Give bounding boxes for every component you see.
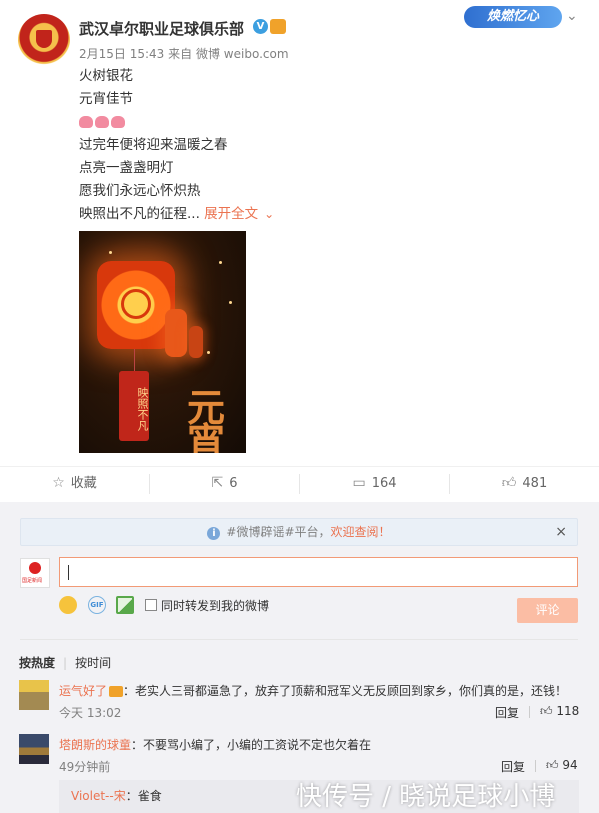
weibo-post: 武汉卓尔职业足球俱乐部 V 焕燃忆心 ⌄ 2月15日 15:43 来自 微博 w… <box>0 0 599 466</box>
commenter-avatar[interactable] <box>19 734 49 764</box>
calligraphy-text: 元宵 <box>187 386 226 453</box>
comment-body: 塔朗斯的球童：不要骂小编了，小编的工资说不定也欠着在 <box>59 736 371 753</box>
post-line: 映照出不凡的征程... <box>79 206 200 222</box>
post-username[interactable]: 武汉卓尔职业足球俱乐部 <box>79 18 244 39</box>
comment-like-count: 118 <box>556 704 580 718</box>
sub-reply-name[interactable]: Violet--宋 <box>71 789 126 803</box>
favorite-button[interactable]: ☆ 收藏 <box>0 467 149 503</box>
club-avatar[interactable] <box>18 14 70 66</box>
source-prefix: 来自 <box>168 47 193 61</box>
expand-link[interactable]: 展开全文 <box>204 206 258 222</box>
spark <box>229 301 232 304</box>
close-icon[interactable]: × <box>555 519 567 545</box>
lantern-icon <box>95 116 109 128</box>
comment-time: 49分钟前 <box>59 760 111 774</box>
comment-input[interactable] <box>59 557 578 587</box>
lantern-string <box>134 349 135 371</box>
lantern-far <box>189 326 203 358</box>
post-source[interactable]: 微博 weibo.com <box>196 47 289 61</box>
repost-icon: ⇱ <box>211 475 224 491</box>
logo-icon <box>29 562 41 574</box>
notice-text[interactable]: #微博辟谣#平台， <box>226 525 330 539</box>
watermark: 快传号 / 晓说足球小博 <box>296 782 556 812</box>
comment-text: ：不要骂小编了，小编的工资说不定也欠着在 <box>131 738 372 752</box>
action-bar: ☆ 收藏 ⇱ 6 ▭ 164 👍︎ 481 <box>0 466 599 502</box>
post-line: 火树银花 <box>79 68 133 84</box>
submit-comment-button[interactable]: 评论 <box>517 598 578 623</box>
expand-chevron-icon[interactable]: ⌄ <box>264 207 274 221</box>
comment-body: 运气好了 ：老实人三哥都逼急了，放弃了顶薪和冠军义无反顾回到家乡，你们真的是，还钱… <box>59 682 567 699</box>
lantern-icon <box>111 116 125 128</box>
info-icon: i <box>207 527 221 540</box>
post-line: 元宵佳节 <box>79 91 133 107</box>
tab-sort-hot[interactable]: 按热度 <box>19 656 55 670</box>
thumbs-up-icon: 👍︎ <box>501 475 517 491</box>
repost-button[interactable]: ⇱ 6 <box>150 467 299 503</box>
vip-icon <box>270 19 286 34</box>
comment-button[interactable]: ▭ 164 <box>300 467 449 503</box>
sub-reply-text: Violet--宋：雀食 <box>71 787 162 804</box>
star-icon: ☆ <box>52 475 65 491</box>
gif-icon[interactable]: GIF <box>88 596 106 614</box>
post-line: 愿我们永远心怀炽热 <box>79 183 201 199</box>
comment-time: 今天 13:02 <box>59 706 122 720</box>
comment-like-button[interactable]: 👍︎ 94 <box>546 758 578 773</box>
tab-sort-time[interactable]: 按时间 <box>75 656 111 670</box>
lantern-mid <box>165 309 187 357</box>
image-icon[interactable] <box>116 596 134 614</box>
spark <box>109 251 112 254</box>
divider <box>529 706 530 718</box>
post-meta: 2月15日 15:43 来自 微博 weibo.com <box>79 45 289 62</box>
brand-badge: 焕燃忆心 <box>464 6 562 28</box>
repost-count: 6 <box>229 476 238 491</box>
comment-like-button[interactable]: 👍︎ 118 <box>540 704 579 719</box>
post-line: 点亮一盏盏明灯 <box>79 160 174 176</box>
avatar-label: 国足新闻 <box>22 578 43 584</box>
post-text: 火树银花 元宵佳节 过完年便将迎来温暖之春 点亮一盏盏明灯 愿我们永远心怀炽热 … <box>79 66 274 227</box>
emoji-icon[interactable] <box>59 596 77 614</box>
sort-tabs: 按热度 | 按时间 <box>19 654 111 671</box>
sync-repost-checkbox[interactable] <box>145 599 157 611</box>
spark <box>219 261 222 264</box>
sync-repost-label[interactable]: 同时转发到我的微博 <box>161 597 269 614</box>
commenter-avatar[interactable] <box>19 680 49 710</box>
comment-text: ：老实人三哥都逼急了，放弃了顶薪和冠军义无反顾回到家乡，你们真的是，还钱！ <box>123 684 568 698</box>
favorite-label: 收藏 <box>70 476 97 491</box>
post-line: 过完年便将迎来温暖之春 <box>79 137 228 153</box>
thumbs-up-icon: 👍︎ <box>546 758 559 772</box>
commenter-name[interactable]: 塔朗斯的球童 <box>59 738 131 752</box>
comment-icon: ▭ <box>352 475 366 491</box>
divider <box>535 760 536 772</box>
comment-count: 164 <box>371 476 397 491</box>
post-image[interactable]: 映照不凡 元宵 <box>79 231 246 453</box>
thumbs-up-icon: 👍︎ <box>540 704 553 718</box>
sub-reply-body: ：雀食 <box>125 789 162 803</box>
verified-icon: V <box>253 19 268 34</box>
comment-like-count: 94 <box>562 758 578 772</box>
post-time[interactable]: 2月15日 15:43 <box>79 47 164 61</box>
divider <box>20 639 578 640</box>
my-avatar[interactable]: 国足新闻 <box>20 558 50 588</box>
rumor-notice: i #微博辟谣#平台，欢迎查阅！ × <box>20 518 578 546</box>
crown-icon <box>109 686 124 697</box>
text-caret <box>68 565 69 580</box>
club-crest-icon <box>36 30 52 48</box>
spark <box>207 351 210 354</box>
lantern-large <box>97 261 175 349</box>
commenter-name[interactable]: 运气好了 <box>59 684 107 698</box>
lantern-tag: 映照不凡 <box>119 371 149 441</box>
like-count: 481 <box>522 476 548 491</box>
like-button[interactable]: 👍︎ 481 <box>450 467 599 503</box>
chevron-down-icon[interactable]: ⌄ <box>566 8 578 24</box>
divider: | <box>63 656 68 670</box>
post-line-last: 映照出不凡的征程... 展开全文 ⌄ <box>79 204 274 227</box>
notice-link[interactable]: 欢迎查阅！ <box>331 525 391 539</box>
reply-link[interactable]: 回复 <box>501 758 525 775</box>
reply-link[interactable]: 回复 <box>495 704 519 721</box>
lantern-emoji-row <box>79 112 274 135</box>
lantern-icon <box>79 116 93 128</box>
lantern-emblem <box>121 289 151 319</box>
